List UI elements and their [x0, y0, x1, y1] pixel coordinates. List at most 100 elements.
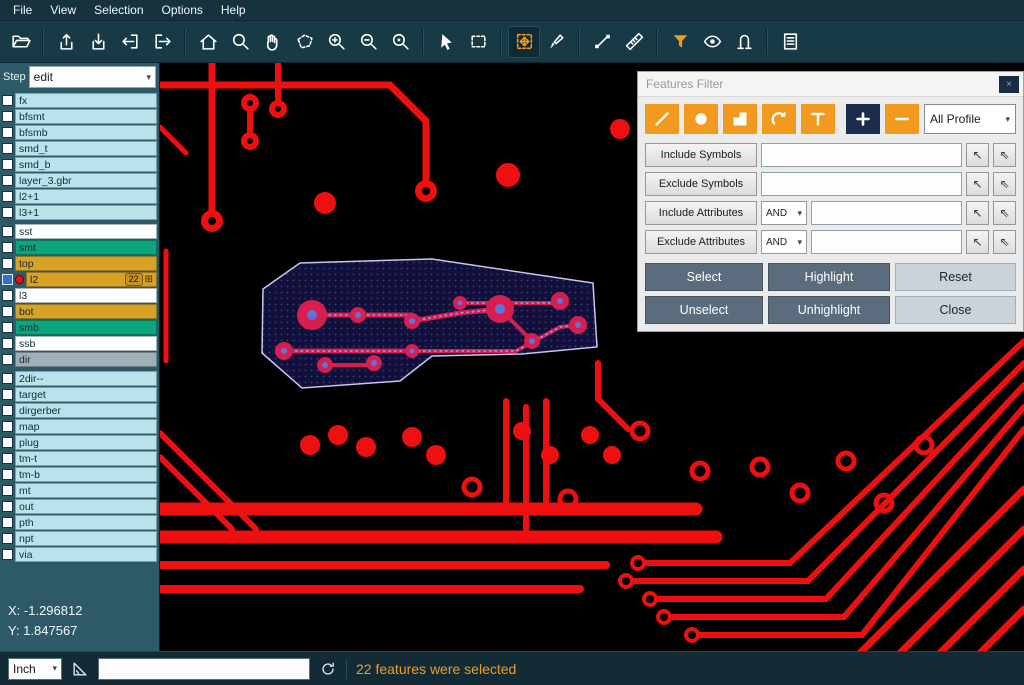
subtract-icon[interactable]: [885, 104, 919, 134]
include-attributes-pick-add-icon[interactable]: ⇖: [993, 201, 1016, 225]
layer-row-tm-t[interactable]: tm-t: [2, 451, 157, 466]
layer-checkbox[interactable]: [2, 389, 13, 400]
open-folder-icon[interactable]: [5, 27, 35, 57]
home-icon[interactable]: [193, 27, 223, 57]
zoom-out-icon[interactable]: [353, 27, 383, 57]
menu-item-options[interactable]: Options: [153, 2, 212, 18]
filter-funnel-icon[interactable]: [665, 27, 695, 57]
layer-row-smd_t[interactable]: smd_t: [2, 141, 157, 156]
layer-name[interactable]: l2+1: [15, 189, 157, 204]
layer-name[interactable]: dirgerber: [15, 403, 157, 418]
include-symbols-pick-icon[interactable]: ↖: [966, 143, 989, 167]
cursor-select-icon[interactable]: [431, 27, 461, 57]
text-icon[interactable]: [801, 104, 835, 134]
layer-name[interactable]: smt: [15, 240, 157, 255]
unselect-button[interactable]: Unselect: [645, 296, 763, 324]
include-attributes-pick-icon[interactable]: ↖: [966, 201, 989, 225]
layer-row-smt[interactable]: smt: [2, 240, 157, 255]
layer-row-pth[interactable]: pth: [2, 515, 157, 530]
exclude-symbols-pick-icon[interactable]: ↖: [966, 172, 989, 196]
layer-checkbox[interactable]: [2, 95, 13, 106]
exclude-attributes-pick-add-icon[interactable]: ⇖: [993, 230, 1016, 254]
layer-name[interactable]: smb: [15, 320, 157, 335]
layer-row-out[interactable]: out: [2, 499, 157, 514]
layer-name[interactable]: l3: [15, 288, 157, 303]
layer-checkbox[interactable]: [2, 175, 13, 186]
report-icon[interactable]: [775, 27, 805, 57]
layer-name[interactable]: bot: [15, 304, 157, 319]
layer-checkbox[interactable]: [2, 485, 13, 496]
layer-row-mt[interactable]: mt: [2, 483, 157, 498]
layer-checkbox[interactable]: [2, 453, 13, 464]
surface-icon[interactable]: [723, 104, 757, 134]
pad-icon[interactable]: [684, 104, 718, 134]
layer-name[interactable]: bfsmb: [15, 125, 157, 140]
layer-checkbox[interactable]: [2, 111, 13, 122]
layer-checkbox[interactable]: [2, 549, 13, 560]
layer-row-top[interactable]: top: [2, 256, 157, 271]
zoom-search-icon[interactable]: [225, 27, 255, 57]
layer-name[interactable]: out: [15, 499, 157, 514]
include-symbols-button[interactable]: Include Symbols: [645, 143, 757, 167]
layer-row-smb[interactable]: smb: [2, 320, 157, 335]
measure-line-icon[interactable]: [587, 27, 617, 57]
exclude-symbols-input[interactable]: [761, 172, 962, 196]
layer-name[interactable]: map: [15, 419, 157, 434]
layer-checkbox[interactable]: [2, 533, 13, 544]
ruler-icon[interactable]: [619, 27, 649, 57]
layer-checkbox[interactable]: [2, 274, 13, 285]
layer-name[interactable]: smd_t: [15, 141, 157, 156]
layer-name[interactable]: l222⊞: [26, 272, 157, 287]
layer-row-2dir--[interactable]: 2dir--: [2, 371, 157, 386]
layer-checkbox[interactable]: [2, 191, 13, 202]
layer-name[interactable]: tm-t: [15, 451, 157, 466]
pcb-canvas[interactable]: Features Filter ×: [160, 63, 1024, 651]
zoom-reset-icon[interactable]: [385, 27, 415, 57]
layer-name[interactable]: mt: [15, 483, 157, 498]
arc-icon[interactable]: [762, 104, 796, 134]
layer-checkbox[interactable]: [2, 338, 13, 349]
polygon-select-icon[interactable]: [289, 27, 319, 57]
layer-checkbox[interactable]: [2, 127, 13, 138]
layer-checkbox[interactable]: [2, 405, 13, 416]
exclude-symbols-pick-add-icon[interactable]: ⇖: [993, 172, 1016, 196]
exclude-attributes-input[interactable]: [811, 230, 962, 254]
close-icon[interactable]: ×: [999, 76, 1019, 93]
layer-name[interactable]: sst: [15, 224, 157, 239]
layer-row-l2+1[interactable]: l2+1: [2, 189, 157, 204]
layer-name[interactable]: top: [15, 256, 157, 271]
profile-select[interactable]: All Profile ▾: [924, 104, 1016, 134]
layer-name[interactable]: fx: [15, 93, 157, 108]
layer-row-bfsmb[interactable]: bfsmb: [2, 125, 157, 140]
layer-name[interactable]: ssb: [15, 336, 157, 351]
pan-hand-icon[interactable]: [257, 27, 287, 57]
layer-row-dirgerber[interactable]: dirgerber: [2, 403, 157, 418]
include-attributes-input[interactable]: [811, 201, 962, 225]
include-symbols-input[interactable]: [761, 143, 962, 167]
layer-checkbox[interactable]: [2, 322, 13, 333]
layer-name[interactable]: via: [15, 547, 157, 562]
layer-row-via[interactable]: via: [2, 547, 157, 562]
exclude-symbols-button[interactable]: Exclude Symbols: [645, 172, 757, 196]
menu-item-view[interactable]: View: [41, 2, 85, 18]
menu-item-selection[interactable]: Selection: [85, 2, 152, 18]
upload-icon[interactable]: [51, 27, 81, 57]
layer-row-layer_3.gbr[interactable]: layer_3.gbr: [2, 173, 157, 188]
select-button[interactable]: Select: [645, 263, 763, 291]
eye-icon[interactable]: [697, 27, 727, 57]
layer-checkbox[interactable]: [2, 501, 13, 512]
layer-checkbox[interactable]: [2, 159, 13, 170]
layer-name[interactable]: tm-b: [15, 467, 157, 482]
unit-select[interactable]: Inch ▾: [8, 658, 62, 680]
rect-select-icon[interactable]: [463, 27, 493, 57]
layer-checkbox[interactable]: [2, 354, 13, 365]
layer-row-map[interactable]: map: [2, 419, 157, 434]
layer-name[interactable]: plug: [15, 435, 157, 450]
layer-row-smd_b[interactable]: smd_b: [2, 157, 157, 172]
layer-checkbox[interactable]: [2, 373, 13, 384]
layer-name[interactable]: npt: [15, 531, 157, 546]
layer-row-plug[interactable]: plug: [2, 435, 157, 450]
layer-row-bfsmt[interactable]: bfsmt: [2, 109, 157, 124]
layer-name[interactable]: smd_b: [15, 157, 157, 172]
layer-checkbox[interactable]: [2, 517, 13, 528]
